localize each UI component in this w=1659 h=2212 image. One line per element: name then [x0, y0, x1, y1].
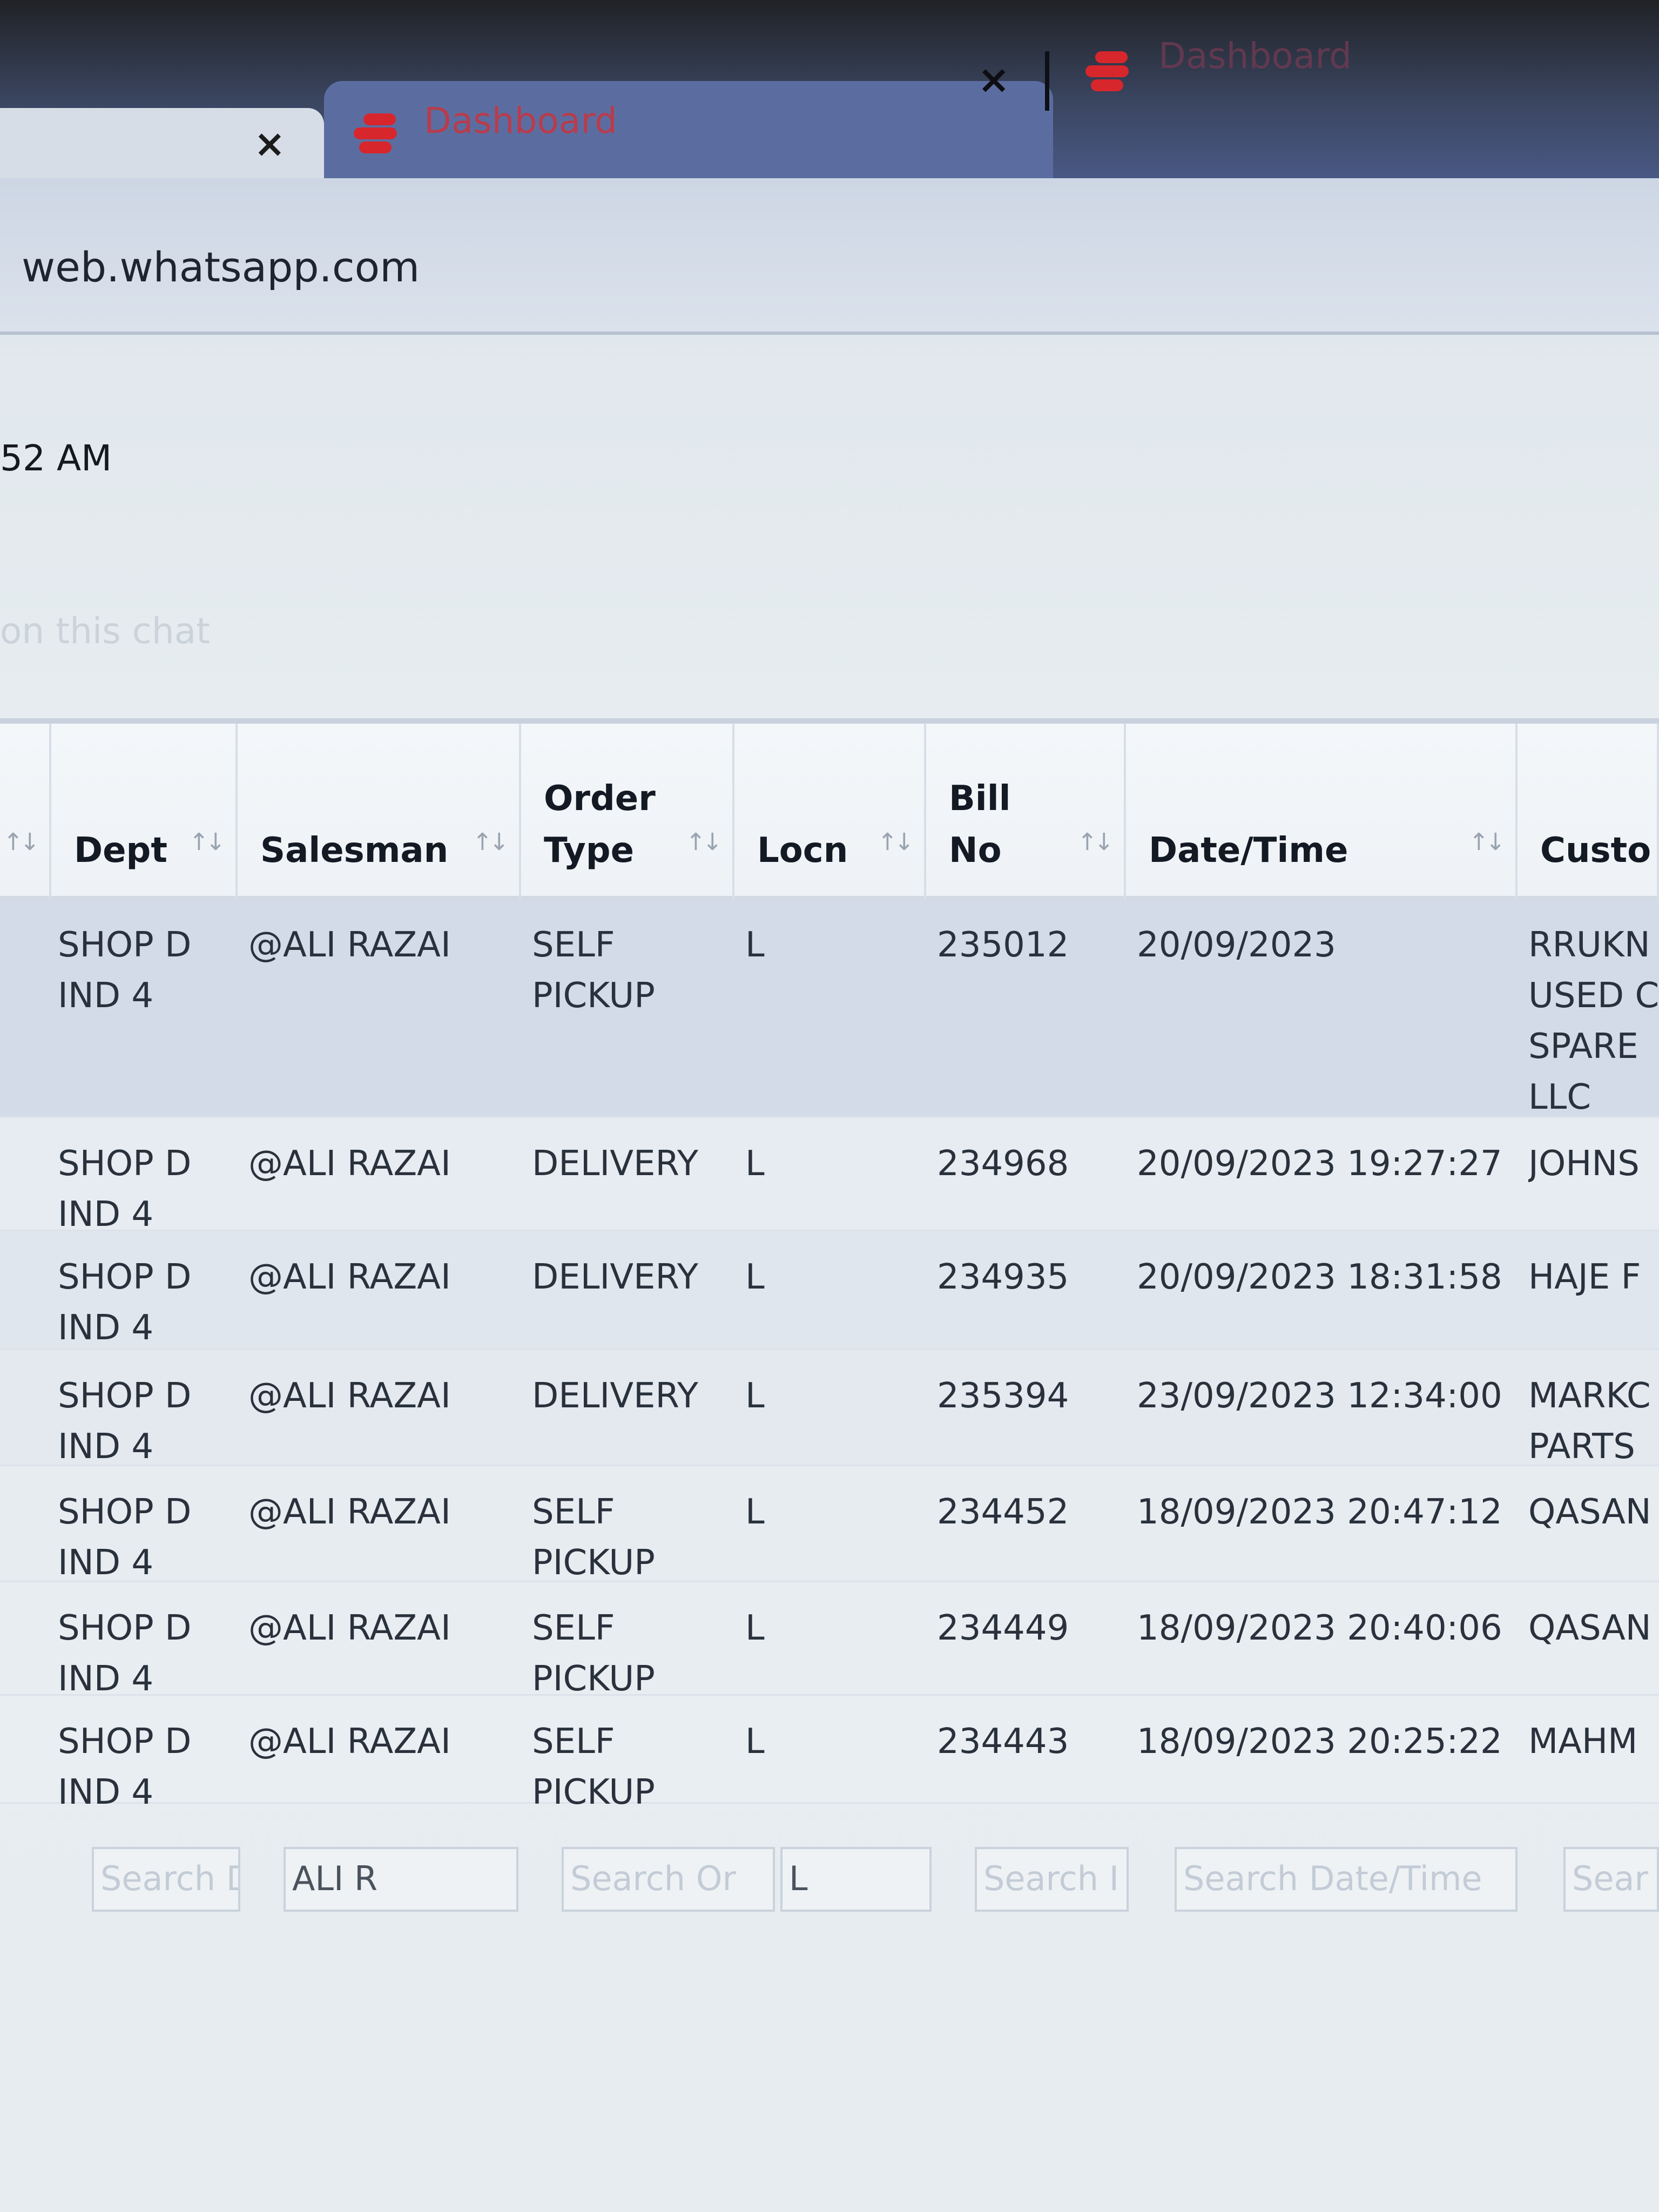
- table-row[interactable]: SHOP D IND 4 @ALI RAZAI SELF PICKUP L 235012…: [0, 899, 1659, 1118]
- column-header-dept[interactable]: Dept ↑↓: [51, 724, 238, 899]
- dept-cell: SHOP D IND 4: [58, 1722, 192, 1812]
- column-header-salesman[interactable]: Salesman ↑↓: [238, 724, 521, 899]
- column-header-sort-col[interactable]: ↑↓: [0, 724, 51, 899]
- column-header-date-time[interactable]: Date/Time ↑↓: [1126, 724, 1518, 899]
- customer-cell: JOHNS: [1528, 1144, 1640, 1184]
- table-row[interactable]: SHOP D IND 4 @ALI RAZAI SELF PICKUP L 234452…: [0, 1466, 1659, 1583]
- table-row[interactable]: SHOP D IND 4 @ALI RAZAI DELIVERY L 235394 23/…: [0, 1350, 1659, 1467]
- locn-cell: L: [745, 1492, 765, 1532]
- order-type-cell: SELF PICKUP: [532, 1608, 655, 1699]
- tab-title: Dashboard: [1158, 35, 1352, 77]
- dept-cell: SHOP D IND 4: [58, 1376, 192, 1467]
- salesman-cell: @ALI RAZAI: [248, 1144, 451, 1184]
- customer-cell: RRUKN USED C SPARE LLC: [1528, 925, 1659, 1117]
- bill-no-cell: 234935: [937, 1257, 1069, 1297]
- column-header-label: Date/Time: [1149, 831, 1348, 871]
- datetime-cell: 20/09/2023: [1137, 925, 1336, 965]
- column-header-bill-no[interactable]: Bill No ↑↓: [926, 724, 1126, 899]
- filter-input-order-type[interactable]: Search Or: [562, 1847, 775, 1912]
- table-row[interactable]: SHOP D IND 4 @ALI RAZAI SELF PICKUP L 234443…: [0, 1696, 1659, 1812]
- salesman-cell: @ALI RAZAI: [248, 1608, 451, 1648]
- column-header-label: Custo: [1540, 831, 1651, 871]
- datetime-cell: 18/09/2023 20:40:06: [1137, 1608, 1502, 1648]
- table-row[interactable]: SHOP D IND 4 @ALI RAZAI SELF PICKUP L 234449…: [0, 1582, 1659, 1699]
- datetime-cell: 20/09/2023 19:27:27: [1137, 1144, 1502, 1184]
- timestamp: 52 AM: [0, 437, 112, 479]
- bill-no-cell: 234443: [937, 1722, 1069, 1762]
- order-type-cell: DELIVERY: [532, 1257, 698, 1297]
- column-header-label: Salesman: [260, 831, 449, 871]
- column-header-locn[interactable]: Locn ↑↓: [734, 724, 926, 899]
- sort-arrows-icon[interactable]: ↑↓: [686, 828, 723, 856]
- locn-cell: L: [745, 1376, 765, 1416]
- table-row[interactable]: SHOP D IND 4 @ALI RAZAI DELIVERY L 234968 20/…: [0, 1118, 1659, 1235]
- datetime-cell: 20/09/2023 18:31:58: [1137, 1257, 1502, 1297]
- filter-input-bill-no[interactable]: Search I: [975, 1847, 1129, 1912]
- sort-arrows-icon[interactable]: ↑↓: [189, 828, 226, 856]
- filter-input-dept[interactable]: Search D: [92, 1847, 240, 1912]
- sort-arrows-icon[interactable]: ↑↓: [1077, 828, 1114, 856]
- url-text[interactable]: web.whatsapp.com: [22, 243, 420, 291]
- customer-cell: MARKC PARTS: [1528, 1376, 1651, 1467]
- customer-cell: QASAN: [1528, 1492, 1651, 1532]
- order-type-cell: DELIVERY: [532, 1376, 698, 1416]
- sort-arrows-icon[interactable]: ↑↓: [473, 828, 509, 856]
- screen: × Dashboard × Dashboard web.whatsapp.com…: [0, 0, 1659, 2212]
- order-type-cell: DELIVERY: [532, 1144, 698, 1184]
- column-header-customer[interactable]: Custo: [1518, 724, 1659, 899]
- bill-no-cell: 235012: [937, 925, 1069, 965]
- tab-separator: [1045, 51, 1049, 111]
- locn-cell: L: [745, 1608, 765, 1648]
- salesman-cell: @ALI RAZAI: [248, 1722, 451, 1762]
- dept-cell: SHOP D IND 4: [58, 1257, 192, 1348]
- customer-cell: QASAN: [1528, 1608, 1651, 1648]
- salesman-cell: @ALI RAZAI: [248, 1492, 451, 1532]
- locn-cell: L: [745, 1257, 765, 1297]
- datetime-cell: 23/09/2023 12:34:00: [1137, 1376, 1502, 1416]
- tab-close-button[interactable]: ×: [254, 122, 286, 166]
- column-header-label: Order Type: [544, 779, 656, 871]
- sort-arrows-icon[interactable]: ↑↓: [878, 828, 914, 856]
- column-header-label: Locn: [757, 831, 848, 871]
- dept-cell: SHOP D IND 4: [58, 1144, 192, 1235]
- filter-input-date-time[interactable]: Search Date/Time: [1175, 1847, 1518, 1912]
- datetime-cell: 18/09/2023 20:47:12: [1137, 1492, 1502, 1532]
- table-row[interactable]: SHOP D IND 4 @ALI RAZAI DELIVERY L 234935 20/…: [0, 1231, 1659, 1350]
- salesman-cell: @ALI RAZAI: [248, 1257, 451, 1297]
- dept-cell: SHOP D IND 4: [58, 1492, 192, 1583]
- dashboard-logo-icon: [354, 108, 397, 157]
- datetime-cell: 18/09/2023 20:25:22: [1137, 1722, 1502, 1762]
- column-header-label: Bill No: [949, 779, 1011, 871]
- dashboard-logo-icon: [1085, 46, 1129, 95]
- locn-cell: L: [745, 925, 765, 965]
- sort-arrows-icon[interactable]: ↑↓: [3, 828, 40, 856]
- locn-cell: L: [745, 1144, 765, 1184]
- salesman-cell: @ALI RAZAI: [248, 1376, 451, 1416]
- salesman-cell: @ALI RAZAI: [248, 925, 451, 965]
- order-type-cell: SELF PICKUP: [532, 1492, 655, 1583]
- customer-cell: HAJE F: [1528, 1257, 1641, 1297]
- tab-close-button[interactable]: ×: [977, 57, 1010, 102]
- filter-input-salesman[interactable]: ALI R: [284, 1847, 518, 1912]
- order-type-cell: SELF PICKUP: [532, 925, 655, 1016]
- bill-no-cell: 234968: [937, 1144, 1069, 1184]
- filter-input-locn[interactable]: L: [780, 1847, 932, 1912]
- filter-input-customer[interactable]: Sear: [1563, 1847, 1659, 1912]
- bill-no-cell: 234449: [937, 1608, 1069, 1648]
- bill-no-cell: 234452: [937, 1492, 1069, 1532]
- bill-no-cell: 235394: [937, 1376, 1069, 1416]
- column-header-label: Dept: [74, 831, 167, 871]
- sort-arrows-icon[interactable]: ↑↓: [1469, 828, 1506, 856]
- faint-chat-text: on this chat: [0, 610, 211, 652]
- dept-cell: SHOP D IND 4: [58, 1608, 192, 1699]
- table-top-border: [0, 718, 1659, 724]
- customer-cell: MAHM: [1528, 1722, 1638, 1762]
- dept-cell: SHOP D IND 4: [58, 925, 192, 1016]
- locn-cell: L: [745, 1722, 765, 1762]
- tab-title: Dashboard: [424, 100, 618, 141]
- order-type-cell: SELF PICKUP: [532, 1722, 655, 1812]
- column-header-order-type[interactable]: Order Type ↑↓: [521, 724, 734, 899]
